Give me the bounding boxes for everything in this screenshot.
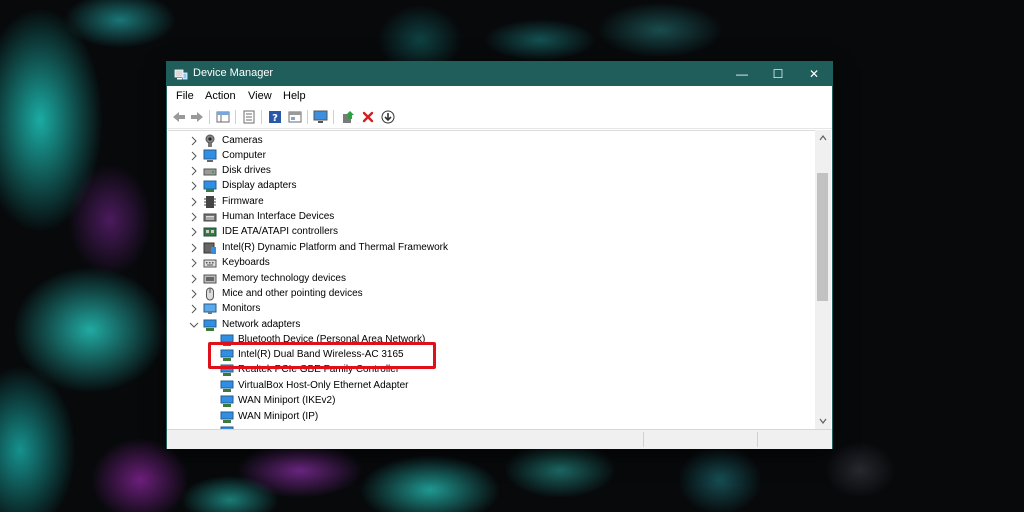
properties-grid-icon[interactable] bbox=[215, 109, 231, 125]
window-title: Device Manager bbox=[193, 67, 274, 79]
annotation-highlight-box bbox=[208, 342, 436, 369]
tree-item-label: Computer bbox=[222, 150, 266, 161]
tree-item-label: Firmware bbox=[222, 196, 264, 207]
chevron-right-icon[interactable] bbox=[189, 212, 199, 222]
tree-item-virtualbox[interactable]: VirtualBox Host-Only Ethernet Adapter bbox=[168, 379, 816, 394]
tree-item-label: Keyboards bbox=[222, 257, 270, 268]
tree-item-label: Memory technology devices bbox=[222, 273, 346, 284]
tree-item-keyboards[interactable]: Keyboards bbox=[168, 256, 816, 271]
menu-view[interactable]: View bbox=[248, 90, 272, 102]
update-driver-icon[interactable] bbox=[340, 109, 356, 125]
close-button[interactable]: ✕ bbox=[796, 62, 832, 86]
chevron-right-icon[interactable] bbox=[189, 289, 199, 299]
device-manager-app-icon bbox=[174, 69, 188, 80]
network-adapter-icon bbox=[203, 319, 217, 331]
tree-item-intel-dptf[interactable]: Intel(R) Dynamic Platform and Thermal Fr… bbox=[168, 241, 816, 256]
chevron-right-icon[interactable] bbox=[189, 304, 199, 314]
display-adapter-icon bbox=[203, 180, 217, 192]
help-icon[interactable]: ? bbox=[267, 109, 283, 125]
devices-view-icon[interactable] bbox=[241, 109, 257, 125]
network-adapter-icon bbox=[220, 395, 234, 407]
chevron-right-icon[interactable] bbox=[189, 166, 199, 176]
hid-icon bbox=[203, 213, 217, 222]
chevron-right-icon[interactable] bbox=[189, 274, 199, 284]
forward-icon[interactable] bbox=[189, 109, 205, 125]
tree-item-label: Cameras bbox=[222, 135, 263, 146]
chevron-right-icon[interactable] bbox=[189, 243, 199, 253]
tree-item-firmware[interactable]: Firmware bbox=[168, 195, 816, 210]
disk-drive-icon bbox=[203, 168, 217, 176]
memory-device-icon bbox=[203, 274, 217, 284]
device-manager-window: Device Manager — ☐ ✕ File Action View He… bbox=[167, 62, 832, 449]
tree-item-mice[interactable]: Mice and other pointing devices bbox=[168, 287, 816, 302]
intel-dptf-icon bbox=[203, 242, 216, 254]
computer-icon bbox=[203, 149, 217, 162]
chevron-right-icon[interactable] bbox=[189, 136, 199, 146]
network-adapter-icon bbox=[220, 380, 234, 392]
tree-item-ide-controllers[interactable]: IDE ATA/ATAPI controllers bbox=[168, 225, 816, 240]
chevron-right-icon[interactable] bbox=[189, 151, 199, 161]
keyboard-icon bbox=[203, 259, 217, 268]
maximize-button[interactable]: ☐ bbox=[760, 62, 796, 86]
tree-item-network-adapters[interactable]: Network adapters bbox=[168, 318, 816, 333]
menu-help[interactable]: Help bbox=[283, 90, 306, 102]
uninstall-icon[interactable] bbox=[360, 109, 376, 125]
chevron-down-icon[interactable] bbox=[189, 320, 199, 330]
minimize-button[interactable]: — bbox=[724, 62, 760, 86]
tree-item-label: Mice and other pointing devices bbox=[222, 288, 363, 299]
tree-item-label: Network adapters bbox=[222, 319, 301, 330]
tree-item-display-adapters[interactable]: Display adapters bbox=[168, 179, 816, 194]
toolbar: ? bbox=[167, 106, 832, 129]
ide-controller-icon bbox=[203, 227, 217, 237]
tree-item-wan-ip[interactable]: WAN Miniport (IP) bbox=[168, 410, 816, 425]
svg-text:?: ? bbox=[272, 113, 278, 124]
monitor-scan-icon[interactable] bbox=[313, 109, 329, 125]
menu-bar: File Action View Help bbox=[167, 86, 832, 106]
download-icon[interactable] bbox=[380, 109, 396, 125]
menu-action[interactable]: Action bbox=[205, 90, 236, 102]
scroll-down-arrow-icon[interactable] bbox=[815, 413, 831, 429]
tree-item-cameras[interactable]: Cameras bbox=[168, 134, 816, 149]
chevron-right-icon[interactable] bbox=[189, 227, 199, 237]
chevron-right-icon[interactable] bbox=[189, 258, 199, 268]
tree-item-label: IDE ATA/ATAPI controllers bbox=[222, 226, 338, 237]
scroll-up-arrow-icon[interactable] bbox=[815, 130, 831, 146]
monitor-icon bbox=[203, 303, 217, 314]
tree-item-label: Intel(R) Dynamic Platform and Thermal Fr… bbox=[222, 242, 448, 253]
back-icon[interactable] bbox=[171, 109, 187, 125]
chevron-right-icon[interactable] bbox=[189, 181, 199, 191]
scrollbar-thumb[interactable] bbox=[817, 173, 828, 301]
tree-item-label: WAN Miniport (IKEv2) bbox=[238, 395, 336, 406]
tree-item-label: VirtualBox Host-Only Ethernet Adapter bbox=[238, 380, 409, 391]
tree-item-disk-drives[interactable]: Disk drives bbox=[168, 164, 816, 179]
title-bar[interactable]: Device Manager — ☐ ✕ bbox=[167, 62, 832, 86]
firmware-icon bbox=[204, 196, 216, 208]
tree-item-label: Disk drives bbox=[222, 165, 271, 176]
network-adapter-icon bbox=[220, 411, 234, 423]
tree-item-label: Monitors bbox=[222, 303, 261, 314]
tree-item-memory-technology-devices[interactable]: Memory technology devices bbox=[168, 272, 816, 287]
device-tree[interactable]: Cameras Computer Disk drives Display ada… bbox=[168, 130, 816, 430]
tree-item-label: Human Interface Devices bbox=[222, 211, 335, 222]
camera-icon bbox=[205, 134, 215, 147]
tree-item-human-interface-devices[interactable]: Human Interface Devices bbox=[168, 210, 816, 225]
tree-item-wan-ikev2[interactable]: WAN Miniport (IKEv2) bbox=[168, 394, 816, 409]
vertical-scrollbar[interactable] bbox=[815, 130, 831, 429]
chevron-right-icon[interactable] bbox=[189, 197, 199, 207]
mouse-icon bbox=[206, 287, 214, 301]
tree-item-computer[interactable]: Computer bbox=[168, 149, 816, 164]
tree-item-monitors[interactable]: Monitors bbox=[168, 302, 816, 317]
tree-item-label: Display adapters bbox=[222, 180, 297, 191]
tree-item-label: WAN Miniport (IP) bbox=[238, 411, 319, 422]
menu-file[interactable]: File bbox=[176, 90, 194, 102]
resources-view-icon[interactable] bbox=[287, 109, 303, 125]
status-bar bbox=[167, 429, 832, 449]
